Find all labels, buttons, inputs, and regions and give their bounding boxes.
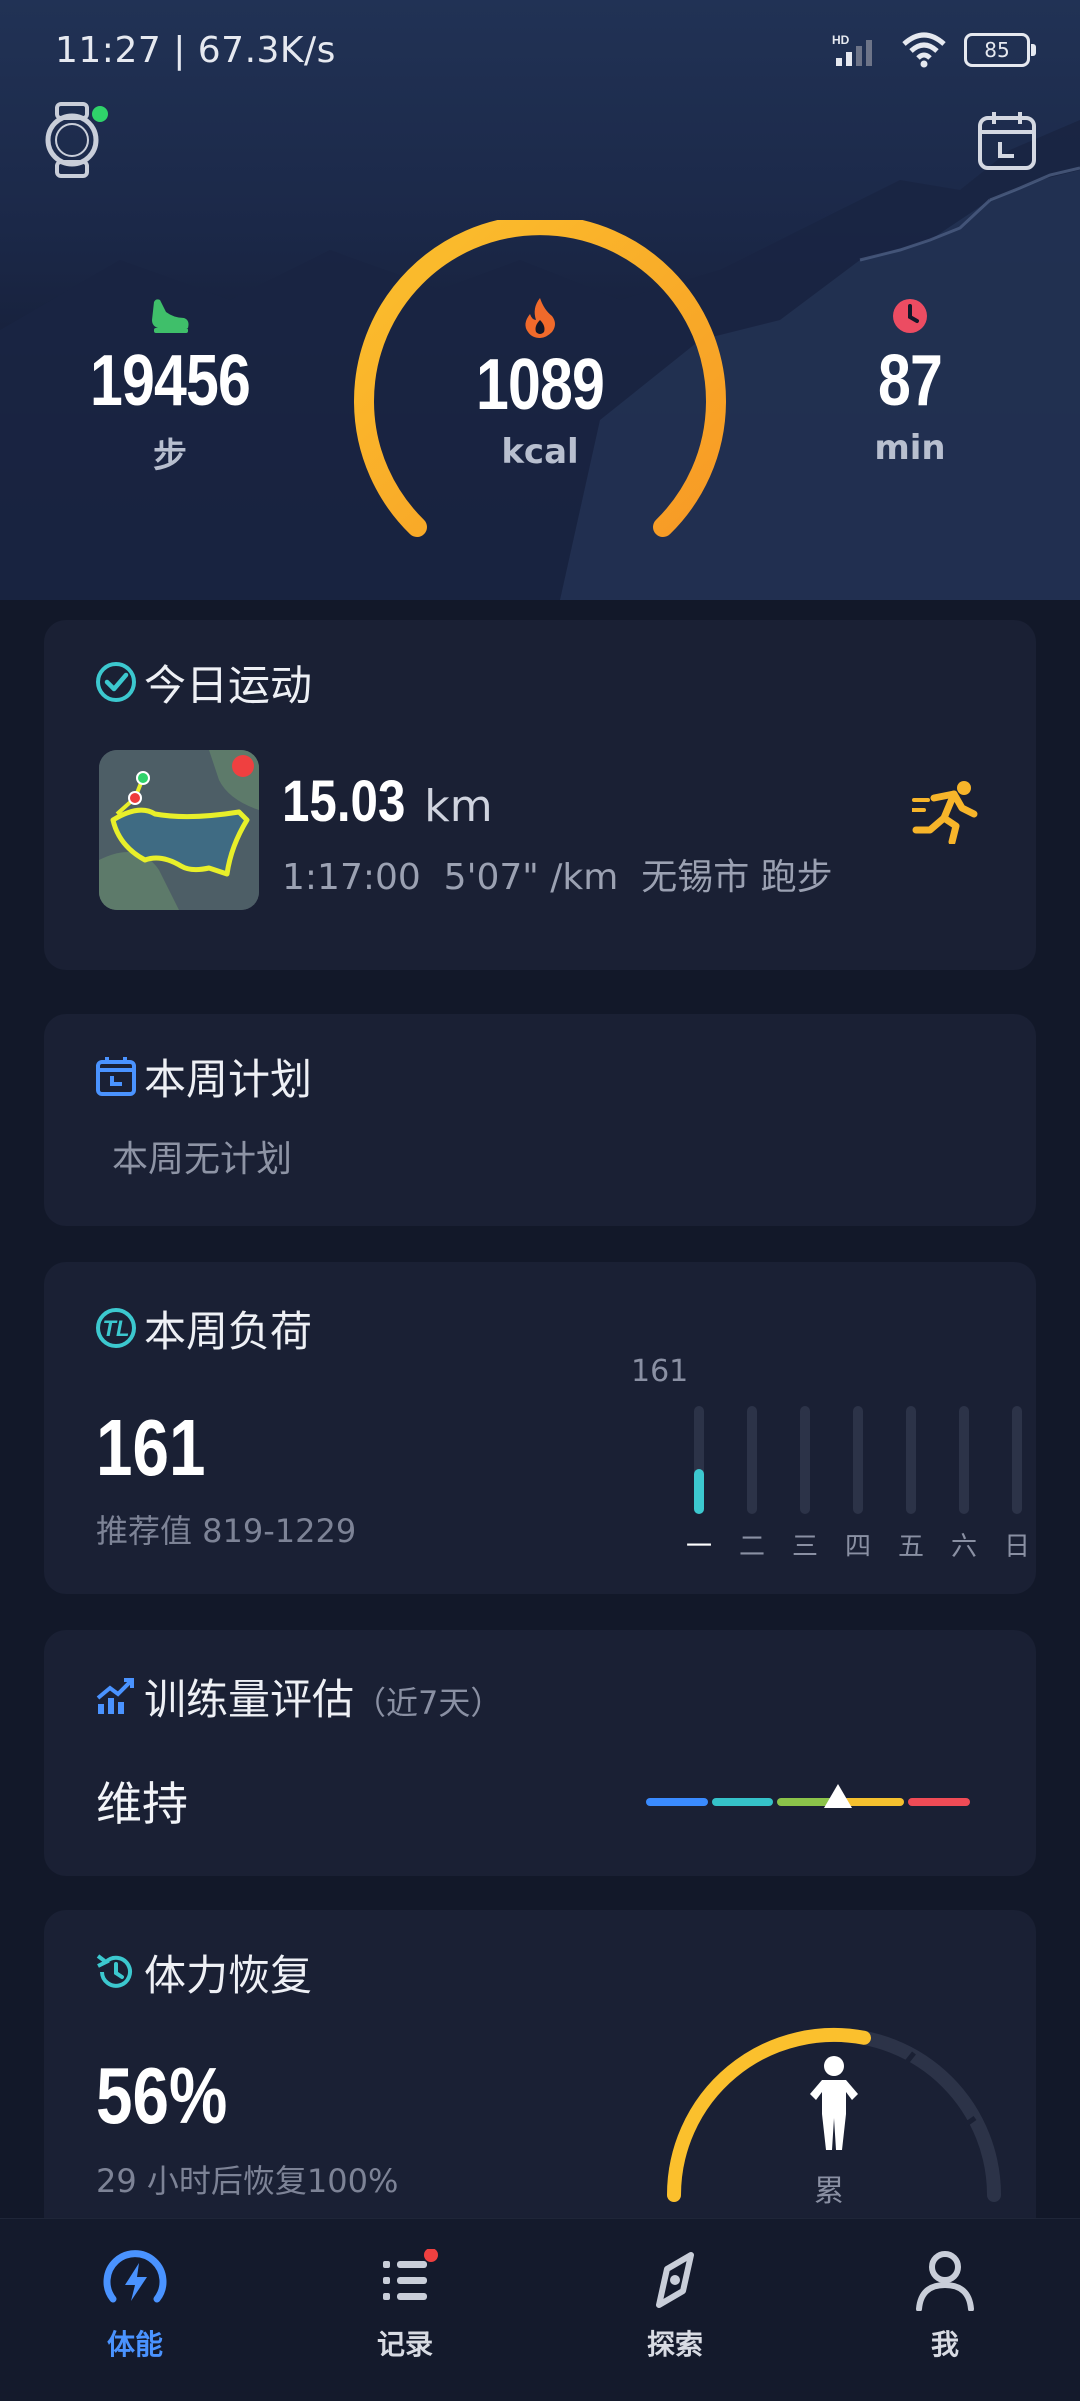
nav-label-records: 记录 xyxy=(376,2328,433,2361)
steps-value: 19456 xyxy=(89,341,251,421)
today-workout-card[interactable]: 今日运动 15.03 km 1:17:00 5'07" /km 无锡市 跑步 xyxy=(44,620,1036,970)
lightning-icon xyxy=(103,2250,167,2303)
shoe-icon xyxy=(152,299,189,333)
status-icons: HD 85 xyxy=(832,32,1036,68)
today-workout-title: 今日运动 xyxy=(144,661,313,710)
check-circle-icon xyxy=(96,662,136,702)
duration-unit: min xyxy=(874,428,946,468)
calories-value: 1089 xyxy=(475,345,605,425)
daily-load-chart: 一二三四五六日 xyxy=(644,1402,1030,1582)
load-bar-track xyxy=(853,1406,863,1514)
steps-unit: 步 xyxy=(153,436,187,476)
nav-label-explore: 探索 xyxy=(646,2328,703,2361)
distance-value: 15.03 xyxy=(282,769,406,834)
calories-unit: kcal xyxy=(501,432,579,472)
scale-segment xyxy=(908,1798,970,1806)
duration-stat[interactable]: 87 min xyxy=(800,296,1020,468)
weekly-load-card[interactable]: TL 本周负荷 161 推荐值 819-1229 161 一二三四五六日 xyxy=(44,1262,1036,1594)
scale-segment xyxy=(842,1798,905,1806)
status-time: 11:27 | 67.3K/s xyxy=(55,30,336,71)
nav-tab-records[interactable]: 记录 xyxy=(335,2248,475,2363)
load-day-label: 三 xyxy=(791,1532,818,1562)
training-evaluation-title: 训练量评估（近7天） xyxy=(144,1666,502,1727)
load-bar-track xyxy=(906,1406,916,1514)
steps-stat[interactable]: 19456 步 xyxy=(60,296,280,477)
recovery-detail: 29 小时后恢复100% xyxy=(96,2162,399,2200)
load-day-label: 一 xyxy=(685,1532,712,1562)
distance-unit: km xyxy=(424,781,493,832)
nav-tab-explore[interactable]: 探索 xyxy=(605,2249,745,2363)
network-type-label: HD xyxy=(832,33,850,47)
weekly-plan-title: 本周计划 xyxy=(144,1055,313,1104)
training-scale xyxy=(644,1782,972,1818)
recovery-state: 累 xyxy=(814,2174,844,2209)
flame-icon xyxy=(525,298,555,338)
watch-button[interactable] xyxy=(40,100,110,180)
signal-icon: HD xyxy=(832,33,872,66)
load-day-label: 六 xyxy=(950,1532,977,1562)
person-tired-icon xyxy=(810,2056,858,2150)
load-day-label: 二 xyxy=(738,1532,765,1562)
running-icon xyxy=(912,781,978,844)
scale-segment xyxy=(646,1798,708,1806)
training-load-icon: TL xyxy=(96,1308,136,1348)
bottom-navigation: 体能 记录 探索 我 xyxy=(0,2218,1080,2401)
calendar-icon xyxy=(978,112,1036,170)
load-day-label: 日 xyxy=(1003,1532,1030,1562)
list-icon xyxy=(383,2248,438,2300)
nav-label-fitness: 体能 xyxy=(106,2328,163,2361)
load-day-label: 五 xyxy=(897,1532,924,1562)
load-peak-label: 161 xyxy=(631,1354,689,1389)
nav-label-me: 我 xyxy=(930,2328,959,2361)
recovery-card[interactable]: 体力恢复 56% 29 小时后恢复100% 累 xyxy=(44,1910,1036,2250)
duration-value: 87 xyxy=(877,341,943,421)
load-bar-track xyxy=(959,1406,969,1514)
load-bar-track xyxy=(1012,1406,1022,1514)
training-evaluation-title-text: 训练量评估 xyxy=(144,1675,355,1724)
battery-indicator: 85 xyxy=(964,33,1036,67)
route-map xyxy=(99,750,259,910)
svg-text:TL: TL xyxy=(103,1316,130,1341)
workout-details: 1:17:00 5'07" /km 无锡市 跑步 xyxy=(282,857,833,898)
recovery-percent: 56% xyxy=(96,2051,228,2140)
wifi-icon xyxy=(902,32,946,68)
scale-marker xyxy=(824,1784,852,1808)
weekly-plan-card[interactable]: 本周计划 本周无计划 xyxy=(44,1014,1036,1226)
calories-stat[interactable]: 1089 kcal xyxy=(430,296,650,472)
clock-icon xyxy=(893,299,927,333)
person-icon xyxy=(916,2251,974,2312)
compass-icon xyxy=(656,2252,694,2308)
recovery-clock-icon xyxy=(96,1954,132,1988)
weekly-load-recommend: 推荐值 819-1229 xyxy=(96,1512,357,1550)
trend-up-icon xyxy=(96,1678,134,1714)
weekly-load-value: 161 xyxy=(96,1403,206,1492)
scale-segment xyxy=(711,1798,774,1806)
weekly-plan-empty: 本周无计划 xyxy=(112,1139,293,1180)
load-day-label: 四 xyxy=(844,1532,871,1562)
route-map-thumbnail[interactable] xyxy=(99,750,259,910)
training-evaluation-card[interactable]: 训练量评估（近7天） 维持 xyxy=(44,1630,1036,1876)
watch-icon xyxy=(45,102,108,178)
nav-tab-fitness[interactable]: 体能 xyxy=(65,2249,205,2363)
nav-tab-me[interactable]: 我 xyxy=(875,2249,1015,2363)
load-bar-track xyxy=(747,1406,757,1514)
load-bar-track xyxy=(800,1406,810,1514)
training-status: 维持 xyxy=(96,1777,188,1831)
load-bar-fill xyxy=(694,1469,704,1514)
calendar-button[interactable] xyxy=(974,108,1040,174)
training-evaluation-subtitle: （近7天） xyxy=(354,1684,503,1722)
recovery-title: 体力恢复 xyxy=(144,1951,313,2000)
notification-dot xyxy=(424,2248,438,2262)
distance-row: 15.03 km xyxy=(282,768,493,835)
weekly-load-title: 本周负荷 xyxy=(144,1307,313,1356)
calendar-clock-icon xyxy=(96,1057,136,1096)
